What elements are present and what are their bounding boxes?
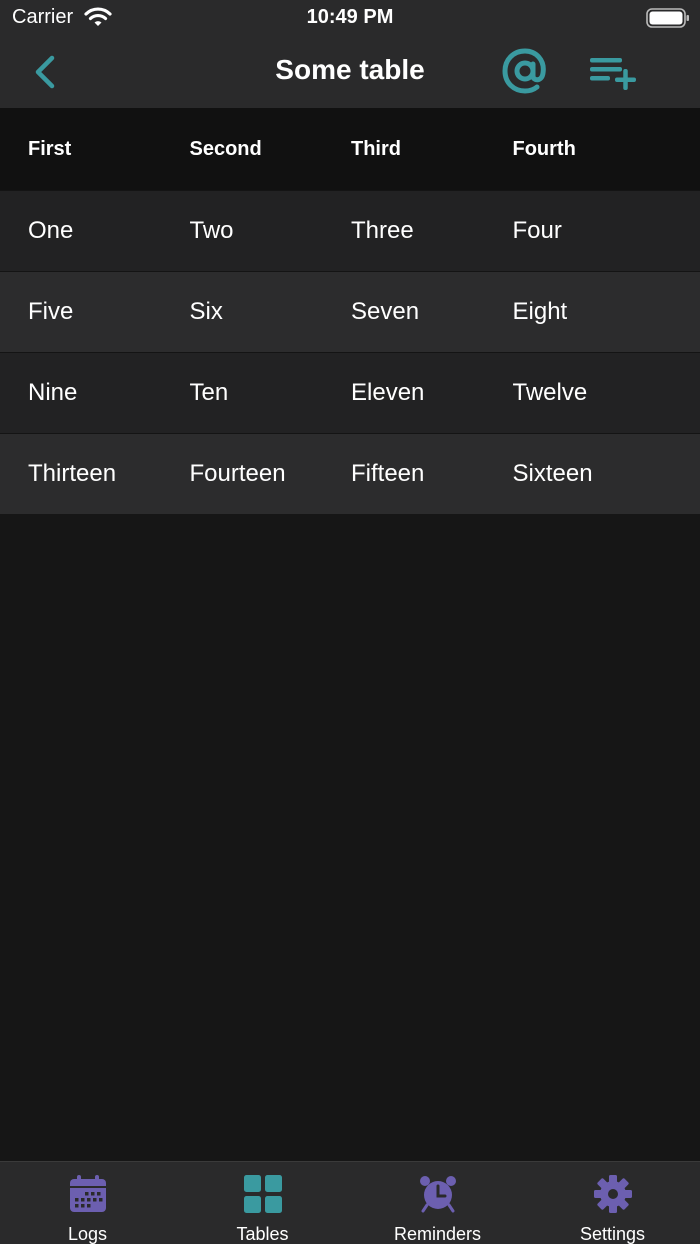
column-header-third[interactable]: Third <box>323 138 485 161</box>
table-cell[interactable]: Three <box>323 217 485 245</box>
table-cell[interactable]: One <box>0 217 162 245</box>
table-row[interactable]: Five Six Seven Eight <box>0 271 700 352</box>
table-row[interactable]: Thirteen Fourteen Fifteen Sixteen <box>0 433 700 514</box>
table-header-row: First Second Third Fourth <box>0 108 700 190</box>
column-header-second[interactable]: Second <box>162 138 324 161</box>
tab-bar: Logs Tables Reminders Settings <box>0 1161 700 1244</box>
status-bar: Carrier 10:49 PM <box>0 0 700 36</box>
tab-label-logs: Logs <box>67 1224 108 1244</box>
table-cell[interactable]: Ten <box>162 379 324 407</box>
table-cell[interactable]: Eleven <box>323 379 485 407</box>
table-cell[interactable]: Four <box>485 217 647 245</box>
table-cell[interactable]: Six <box>162 298 324 326</box>
alarm-clock-icon <box>419 1176 456 1213</box>
tab-tables[interactable]: Tables <box>175 1162 350 1244</box>
at-sign-icon[interactable] <box>500 46 550 96</box>
grid-icon <box>243 1175 282 1213</box>
column-header-first[interactable]: First <box>0 138 162 161</box>
column-header-fourth[interactable]: Fourth <box>485 138 647 161</box>
table-cell[interactable]: Fifteen <box>323 460 485 488</box>
clock-time: 10:49 PM <box>306 6 394 28</box>
tab-reminders[interactable]: Reminders <box>350 1162 525 1244</box>
table-cell[interactable]: Two <box>162 217 324 245</box>
table-cell[interactable]: Sixteen <box>485 460 647 488</box>
data-table: First Second Third Fourth One Two Three … <box>0 108 700 514</box>
table-cell[interactable]: Eight <box>485 298 647 326</box>
table-row[interactable]: One Two Three Four <box>0 190 700 271</box>
gear-icon <box>593 1175 632 1213</box>
tab-label-settings: Settings <box>579 1224 646 1244</box>
tab-label-tables: Tables <box>236 1224 289 1244</box>
battery-icon <box>646 8 689 28</box>
table-cell[interactable]: Thirteen <box>0 460 162 488</box>
navigation-bar: Some table <box>0 36 700 108</box>
tab-label-reminders: Reminders <box>393 1224 482 1244</box>
table-cell[interactable]: Five <box>0 298 162 326</box>
table-cell[interactable]: Seven <box>323 298 485 326</box>
table-cell[interactable]: Twelve <box>485 379 647 407</box>
tab-settings[interactable]: Settings <box>525 1162 700 1244</box>
tab-logs[interactable]: Logs <box>0 1162 175 1244</box>
calendar-icon <box>69 1175 106 1212</box>
table-cell[interactable]: Nine <box>0 379 162 407</box>
table-cell[interactable]: Fourteen <box>162 460 324 488</box>
table-row[interactable]: Nine Ten Eleven Twelve <box>0 352 700 433</box>
add-list-icon[interactable] <box>586 52 640 92</box>
